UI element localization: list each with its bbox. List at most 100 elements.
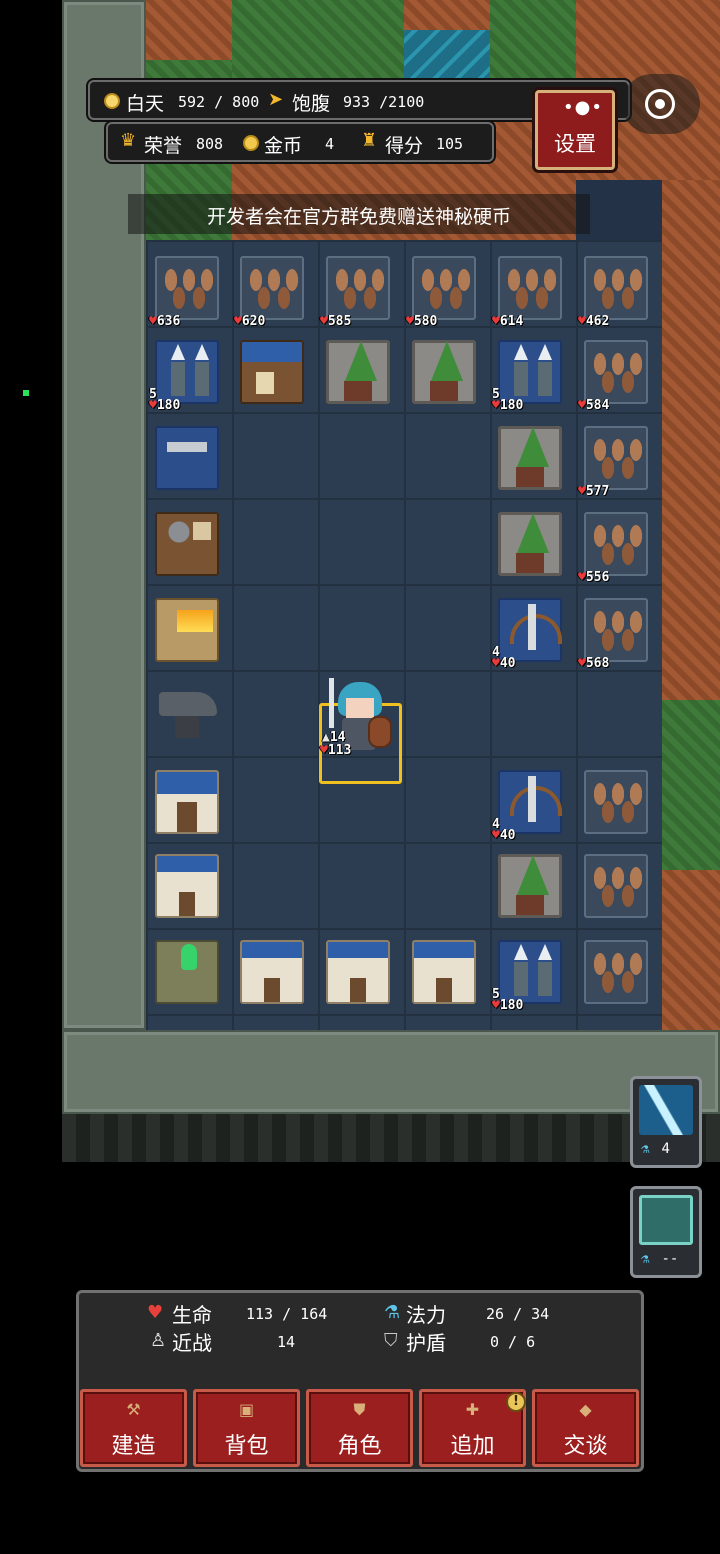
sword-icon: ♙ <box>150 1330 167 1351</box>
shield-label: 护盾 <box>406 1331 446 1355</box>
life-label: 生命 <box>172 1303 212 1327</box>
archer-sprite <box>155 340 219 404</box>
spikes-sprite <box>584 854 648 918</box>
tile-hp-value: 556 <box>585 570 610 585</box>
tile-hp: ♥585 <box>320 315 351 328</box>
talk-button[interactable]: ◆ 交谈 <box>532 1389 639 1467</box>
lightning-icon <box>639 1085 693 1135</box>
shield-icon: ⛉ <box>384 1330 398 1351</box>
skill-cost: ⚗ -- <box>641 1251 679 1267</box>
shield-skill-slot[interactable]: ⚗ -- <box>630 1186 702 1278</box>
shield-icon <box>639 1195 693 1245</box>
tile-hp: ♥556 <box>578 571 609 584</box>
heart-icon: ♥ <box>578 570 586 585</box>
notice-text: 开发者会在官方群免费赠送神秘硬币 <box>206 206 511 228</box>
tile-hp: ♥180 <box>492 999 523 1012</box>
backpack-button[interactable]: ▣ 背包 <box>193 1389 300 1467</box>
dirt-terrain <box>662 870 720 1030</box>
spikes-sprite <box>584 598 648 662</box>
cliff-edge <box>62 1114 720 1162</box>
tree-tile[interactable] <box>322 336 394 412</box>
spikes-sprite <box>584 770 648 834</box>
spikes-tile[interactable] <box>580 850 652 926</box>
tile-hp: ♥462 <box>578 315 609 328</box>
honor-label: 荣誉 <box>144 135 183 157</box>
tile-hp-value: 40 <box>499 828 516 843</box>
tile-hp-value: 180 <box>499 398 524 413</box>
water-terrain <box>404 30 490 80</box>
spikes-sprite <box>326 256 390 320</box>
character-button[interactable]: ⛊ 角色 <box>306 1389 413 1467</box>
spikes-sprite <box>584 256 648 320</box>
house-tile[interactable] <box>236 936 308 1012</box>
score-label: 得分 <box>385 135 424 157</box>
heart-icon: ♥ <box>492 828 500 843</box>
shield-value: 0 / 6 <box>490 1333 536 1351</box>
talk-label: 交谈 <box>563 1434 608 1459</box>
lightning-skill-slot[interactable]: ⚗ 4 <box>630 1076 702 1168</box>
house-tile[interactable] <box>408 936 480 1012</box>
offscreen-marker <box>23 390 29 396</box>
tree-sprite <box>498 854 562 918</box>
hero-hp: ♥113 <box>320 743 352 758</box>
spikes-tile[interactable] <box>580 936 652 1012</box>
workbench-sprite <box>155 426 219 490</box>
furnace-tile[interactable] <box>151 594 223 670</box>
tree-tile[interactable] <box>408 336 480 412</box>
house-sprite <box>412 940 476 1004</box>
heart-icon: ♥ <box>406 314 414 329</box>
hunger-label: 饱腹 <box>292 93 331 115</box>
build-button[interactable]: ⚒ 建造 <box>80 1389 187 1467</box>
gold-value: 4 <box>325 135 335 153</box>
mana-value: 26 / 34 <box>486 1305 550 1323</box>
heart-icon: ♥ <box>492 398 500 413</box>
heart-icon: ♥ <box>578 398 586 413</box>
spikes-sprite <box>584 512 648 576</box>
stone-wall-bottom <box>62 1030 720 1114</box>
append-label: 追加 <box>450 1434 495 1459</box>
spikes-sprite <box>155 256 219 320</box>
backpack-label: 背包 <box>224 1434 269 1459</box>
gold-label: 金币 <box>264 135 303 157</box>
skill-cost: ⚗ 4 <box>641 1141 670 1157</box>
house-sprite <box>326 940 390 1004</box>
dirt-terrain <box>404 0 490 30</box>
spikes-sprite <box>412 256 476 320</box>
stove-sprite <box>155 512 219 576</box>
house-tile[interactable] <box>322 936 394 1012</box>
tree-tile[interactable] <box>494 508 566 584</box>
altar-sprite <box>155 940 219 1004</box>
ballista-sprite <box>498 770 562 834</box>
tile-hp: ♥180 <box>492 399 523 412</box>
hero-sword <box>329 678 334 728</box>
stove-tile[interactable] <box>151 508 223 584</box>
dirt-terrain <box>662 180 720 700</box>
altar-tile[interactable] <box>151 936 223 1012</box>
tile-hp-value: 636 <box>156 314 181 329</box>
temple-tile[interactable] <box>151 766 223 842</box>
tile-hp: ♥180 <box>149 399 180 412</box>
house-tile[interactable] <box>151 850 223 926</box>
workbench-tile[interactable] <box>151 422 223 498</box>
spikes-sprite <box>584 426 648 490</box>
close-target-icon[interactable] <box>645 89 675 119</box>
shop-tile[interactable] <box>236 336 308 412</box>
tree-tile[interactable] <box>494 850 566 926</box>
heart-icon: ♥ <box>149 398 157 413</box>
tile-hp-value: 585 <box>327 314 352 329</box>
heart-icon: ♥ <box>320 314 328 329</box>
heart-icon: ♥ <box>492 314 500 329</box>
house-sprite <box>155 854 219 918</box>
mana-flask-icon: ⚗ <box>641 1141 650 1157</box>
ballista-sprite <box>498 598 562 662</box>
spikes-tile[interactable] <box>580 766 652 842</box>
heart-icon: ♥ <box>578 314 586 329</box>
tree-tile[interactable] <box>494 422 566 498</box>
tile-hp-value: 620 <box>241 314 266 329</box>
spikes-sprite <box>584 940 648 1004</box>
anvil-tile[interactable] <box>151 680 223 756</box>
furnace-sprite <box>155 598 219 662</box>
heart-icon: ♥ <box>234 314 242 329</box>
spikes-sprite <box>240 256 304 320</box>
score-value: 105 <box>436 135 464 153</box>
